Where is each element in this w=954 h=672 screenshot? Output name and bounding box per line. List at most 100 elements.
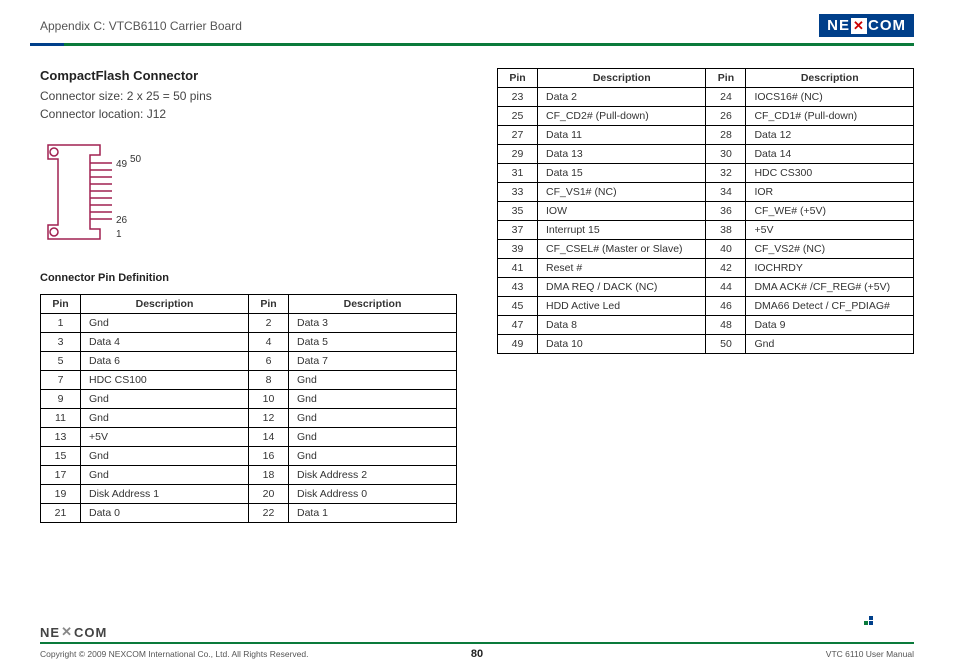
pin-cell: 23 [498,88,538,107]
table-row: 39CF_CSEL# (Master or Slave)40CF_VS2# (N… [498,240,914,259]
desc-cell: Data 9 [746,316,914,335]
page-footer: NE✕COM Copyright © 2009 NEXCOM Internati… [0,624,954,672]
desc-cell: Disk Address 2 [289,466,457,485]
table-row: 37Interrupt 1538+5V [498,221,914,240]
brand-logo-bottom: NE✕COM [40,624,914,640]
col-pin: Pin [706,69,746,88]
pin-cell: 18 [249,466,289,485]
connector-size: Connector size: 2 x 25 = 50 pins [40,89,212,103]
logo-x-icon: ✕ [851,18,867,34]
table-row: 43DMA REQ / DACK (NC)44DMA ACK# /CF_REG#… [498,278,914,297]
desc-cell: Gnd [746,335,914,354]
desc-cell: Data 5 [289,333,457,352]
table-row: 29Data 1330Data 14 [498,145,914,164]
pin-cell: 42 [706,259,746,278]
pin-cell: 3 [41,333,81,352]
desc-cell: DMA REQ / DACK (NC) [538,278,706,297]
desc-cell: CF_CD1# (Pull-down) [746,107,914,126]
pin-cell: 15 [41,447,81,466]
pin-cell: 43 [498,278,538,297]
desc-cell: Data 0 [81,504,249,523]
table-row: 31Data 1532HDC CS300 [498,164,914,183]
desc-cell: Data 13 [538,145,706,164]
desc-cell: Data 11 [538,126,706,145]
table-row: 9Gnd10Gnd [41,390,457,409]
col-pin: Pin [498,69,538,88]
table-row: 5Data 66Data 7 [41,352,457,371]
pin-cell: 40 [706,240,746,259]
table-row: 35IOW36CF_WE# (+5V) [498,202,914,221]
pin-cell: 25 [498,107,538,126]
page-number: 80 [331,648,622,660]
table-row: 25CF_CD2# (Pull-down)26CF_CD1# (Pull-dow… [498,107,914,126]
pin-definition-heading: Connector Pin Definition [40,272,457,284]
desc-cell: Gnd [81,409,249,428]
pin-cell: 5 [41,352,81,371]
pin-cell: 34 [706,183,746,202]
main-content: CompactFlash Connector Connector size: 2… [0,46,954,523]
manual-name: VTC 6110 User Manual [623,649,914,659]
pin-cell: 16 [249,447,289,466]
desc-cell: +5V [746,221,914,240]
table-row: 15Gnd16Gnd [41,447,457,466]
col-desc: Description [746,69,914,88]
connector-location: Connector location: J12 [40,107,166,121]
diagram-label-50: 50 [130,154,142,165]
desc-cell: CF_VS2# (NC) [746,240,914,259]
desc-cell: Gnd [81,466,249,485]
desc-cell: CF_VS1# (NC) [538,183,706,202]
desc-cell: Interrupt 15 [538,221,706,240]
desc-cell: Gnd [289,371,457,390]
right-column: Pin Description Pin Description 23Data 2… [497,68,914,523]
pin-cell: 38 [706,221,746,240]
diagram-label-49: 49 [116,159,128,170]
connector-diagram: 49 50 26 1 [40,137,457,252]
pin-cell: 8 [249,371,289,390]
brand-logo-top: NE✕COM [819,14,914,37]
pin-cell: 48 [706,316,746,335]
desc-cell: +5V [81,428,249,447]
table-row: 11Gnd12Gnd [41,409,457,428]
table-row: 21Data 022Data 1 [41,504,457,523]
footer-rule [40,642,914,644]
desc-cell: IOW [538,202,706,221]
desc-cell: Gnd [81,314,249,333]
col-pin: Pin [249,295,289,314]
desc-cell: Gnd [81,390,249,409]
pin-cell: 22 [249,504,289,523]
desc-cell: IOCHRDY [746,259,914,278]
pin-cell: 27 [498,126,538,145]
pin-cell: 21 [41,504,81,523]
table-row: 49Data 1050Gnd [498,335,914,354]
pin-cell: 39 [498,240,538,259]
desc-cell: Data 1 [289,504,457,523]
col-pin: Pin [41,295,81,314]
table-row: 47Data 848Data 9 [498,316,914,335]
desc-cell: HDC CS300 [746,164,914,183]
pin-cell: 28 [706,126,746,145]
pin-cell: 6 [249,352,289,371]
table-row: 45HDD Active Led46DMA66 Detect / CF_PDIA… [498,297,914,316]
desc-cell: Gnd [81,447,249,466]
table-row: 27Data 1128Data 12 [498,126,914,145]
desc-cell: IOR [746,183,914,202]
table-row: 19Disk Address 120Disk Address 0 [41,485,457,504]
desc-cell: Data 2 [538,88,706,107]
desc-cell: Data 3 [289,314,457,333]
pin-cell: 46 [706,297,746,316]
pin-cell: 26 [706,107,746,126]
desc-cell: Data 8 [538,316,706,335]
pin-cell: 29 [498,145,538,164]
table-row: 1Gnd2Data 3 [41,314,457,333]
pin-cell: 45 [498,297,538,316]
col-desc: Description [538,69,706,88]
pin-cell: 12 [249,409,289,428]
header-rule [40,43,914,46]
pin-cell: 11 [41,409,81,428]
pin-cell: 14 [249,428,289,447]
section-title: CompactFlash Connector [40,68,457,83]
desc-cell: DMA ACK# /CF_REG# (+5V) [746,278,914,297]
desc-cell: Data 15 [538,164,706,183]
pin-cell: 36 [706,202,746,221]
desc-cell: Reset # [538,259,706,278]
